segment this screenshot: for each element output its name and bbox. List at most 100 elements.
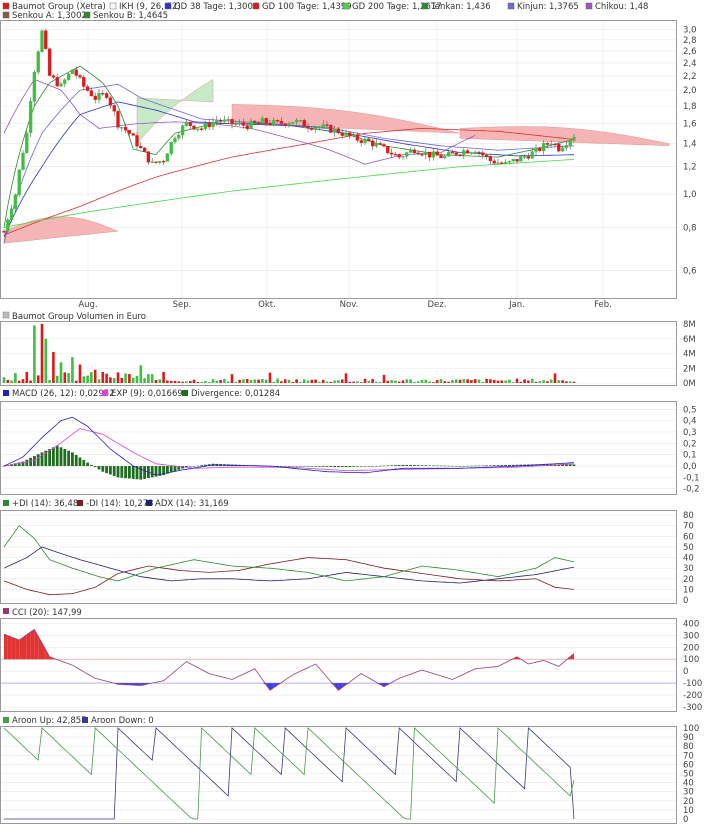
candle-body: [427, 151, 432, 158]
volume-bar: [386, 380, 390, 383]
volume-bar: [329, 381, 333, 383]
volume-bar: [394, 380, 397, 383]
divergence-bar: [59, 447, 63, 467]
candle-body: [389, 152, 394, 155]
legend-cci: CCI (20): 147,99: [12, 608, 82, 618]
legend-swatch: [83, 11, 91, 19]
divergence-bar: [283, 466, 287, 467]
candle-body: [526, 156, 531, 159]
volume-bar: [508, 379, 511, 383]
candle-body: [226, 118, 230, 121]
cci-overbought-fill: [30, 629, 35, 660]
volume-bar: [264, 379, 268, 383]
divergence-bar: [63, 449, 67, 467]
divergence-bar: [173, 466, 177, 472]
volume-bar: [378, 381, 382, 383]
candle-body: [108, 97, 113, 106]
candle-body: [317, 126, 322, 129]
legend-swatch: [421, 2, 429, 10]
volume-bar: [71, 357, 74, 383]
divergence-bar: [409, 465, 412, 467]
divergence-bar: [420, 465, 424, 467]
divergence-bar: [466, 465, 469, 467]
candle-body: [279, 121, 284, 124]
volume-bar: [310, 379, 314, 383]
volume-bar: [542, 380, 545, 383]
candle-body: [370, 140, 375, 147]
candle-body: [454, 152, 458, 155]
divergence-bar: [321, 466, 325, 467]
candle-body: [348, 132, 352, 137]
volume-bar: [33, 325, 36, 383]
volume-bar: [405, 379, 409, 383]
candle-body: [412, 149, 417, 154]
price-tick-label: 2,0: [683, 86, 697, 96]
divergence-bar: [367, 466, 371, 467]
candle-body: [44, 30, 48, 49]
divergence-bar: [120, 466, 124, 478]
volume-bar: [443, 381, 447, 383]
candle-body: [97, 92, 101, 100]
cci-overbought-fill: [4, 634, 8, 660]
volume-bar: [340, 379, 344, 383]
candle-body: [222, 119, 227, 122]
volume-bar: [93, 369, 97, 383]
candle-body: [161, 160, 166, 163]
candle-body: [241, 122, 246, 126]
candle-body: [89, 90, 94, 97]
volume-bar: [485, 378, 488, 383]
volume-bar: [561, 380, 564, 383]
candle-body: [557, 143, 561, 152]
volume-bar: [249, 379, 253, 383]
candle-body: [325, 124, 329, 126]
candle-body: [59, 83, 63, 87]
volume-bar: [177, 381, 181, 383]
volume-bar: [253, 379, 257, 383]
volume-bar: [458, 379, 462, 383]
candle-body: [545, 143, 550, 145]
candle-body: [541, 143, 546, 152]
legend-swatch: [2, 11, 10, 19]
candle-body: [359, 140, 363, 143]
legend-swatch: [109, 2, 117, 10]
volume-bar: [234, 381, 238, 383]
candle-body: [169, 141, 173, 154]
volume-bar: [67, 372, 70, 383]
volume-bar: [124, 373, 127, 383]
candle-body: [469, 152, 474, 154]
volume-bar: [101, 371, 105, 383]
legend-label: +DI (14): 36,48: [12, 499, 78, 509]
candle-body: [439, 155, 443, 159]
divergence-bar: [101, 466, 105, 472]
volume-bar: [489, 379, 492, 383]
cci-tick-label: 0: [683, 667, 688, 677]
stock-chart: 3,02,82,6 2,4 2,2 2,0 1,8 1,6 1,4 1,2 1,0 0,8 0,6 A…: [0, 2, 702, 825]
volume-bar: [481, 381, 485, 383]
legend-swatch: [585, 2, 593, 10]
candle-body: [477, 151, 481, 154]
macd-panel: [0, 401, 677, 495]
candle-body: [287, 123, 291, 126]
volume-tick-label: 2M: [683, 364, 696, 374]
candle-body: [165, 153, 170, 162]
candle-body: [173, 138, 177, 143]
candle-body: [215, 120, 219, 123]
price-tick-label: 2,2: [683, 72, 697, 82]
volume-bar: [511, 382, 515, 383]
volume-bar: [169, 380, 173, 383]
volume-bar: [215, 380, 219, 383]
candle-body: [393, 154, 398, 156]
volume-bar: [565, 381, 568, 383]
price-tick-label: 0,8: [683, 223, 697, 233]
price-panel: [0, 20, 677, 299]
volume-bar: [352, 381, 355, 383]
volume-bar: [120, 377, 124, 383]
divergence-bar: [196, 465, 200, 467]
cci-tick-label: 400: [683, 619, 699, 629]
cci-legend: CCI (20): 147,99: [3, 608, 82, 618]
divergence-bar: [33, 456, 36, 467]
candle-body: [363, 138, 367, 143]
volume-bar: [6, 379, 10, 383]
legend-swatch: [102, 390, 108, 396]
volume-bar: [74, 380, 78, 383]
